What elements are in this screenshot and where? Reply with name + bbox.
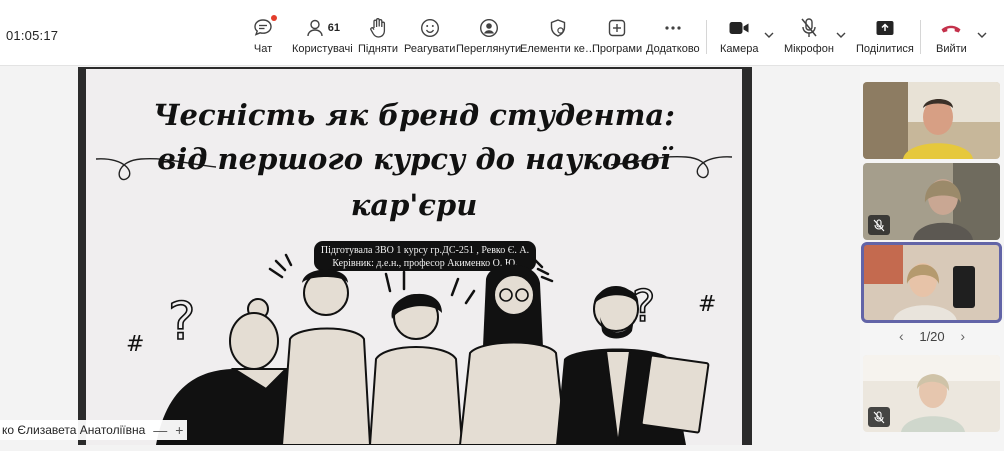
notification-dot (271, 15, 277, 21)
minus-icon[interactable]: — (153, 422, 167, 438)
muted-microphone-icon (868, 215, 890, 235)
slide-frame: Чесність як бренд студента: від першого … (78, 67, 752, 445)
people-illustration: ? ? # # (126, 253, 716, 445)
react-label: Реагувати (404, 43, 456, 55)
presentation-slide: Чесність як бренд студента: від першого … (86, 69, 742, 445)
page-indicator: 1/20 (919, 328, 945, 344)
camera-options-chevron-icon[interactable] (763, 28, 775, 46)
shield-settings-icon (548, 16, 568, 40)
plus-icon[interactable]: + (175, 422, 183, 438)
microphone-options-chevron-icon[interactable] (835, 28, 847, 46)
chevron-right-icon[interactable]: › (953, 328, 973, 344)
add-app-icon (607, 16, 627, 40)
more-dots-icon (663, 16, 683, 40)
raise-hand-button[interactable]: Підняти (358, 16, 398, 60)
leave-label: Вийти (936, 43, 967, 55)
gallery-pager: ‹ 1/20 › (860, 325, 1004, 347)
chat-label: Чат (253, 43, 273, 55)
chat-button[interactable]: Чат (252, 15, 277, 60)
participant-video-tile-active[interactable] (861, 242, 1002, 323)
meeting-timer: 01:05:17 (6, 28, 59, 43)
microphone-off-icon (799, 16, 819, 40)
meeting-elements-button[interactable]: Елементи ке… (520, 16, 596, 60)
camera-label: Камера (720, 43, 759, 55)
view-button[interactable]: Переглянути (456, 16, 521, 60)
presenter-name: ко Єлизавета Анатоліївна (2, 423, 146, 437)
chat-icon (252, 15, 277, 40)
toolbar-divider (920, 20, 921, 54)
svg-text:#: # (126, 332, 144, 357)
people-icon (307, 19, 323, 37)
apps-label: Програми (592, 43, 643, 55)
participant-video (863, 82, 1000, 159)
presenter-name-tag: ко Єлизавета Анатоліївна — + (0, 420, 188, 440)
more-button[interactable]: Додатково (646, 16, 700, 60)
chevron-left-icon[interactable]: ‹ (891, 328, 911, 344)
microphone-button[interactable]: Мікрофон (784, 16, 834, 60)
share-button[interactable]: Поділитися (856, 16, 914, 60)
participant-video (863, 244, 1000, 321)
participants-count: 61 (327, 22, 340, 34)
hang-up-icon (939, 16, 963, 40)
participants-label: Користувачі (292, 43, 353, 55)
svg-text:?: ? (168, 292, 196, 352)
toolbar-divider (706, 20, 707, 54)
share-screen-icon (875, 16, 895, 40)
participants-button[interactable]: 61 Користувачі (292, 16, 353, 60)
microphone-label: Мікрофон (784, 43, 834, 55)
apps-button[interactable]: Програми (592, 16, 642, 60)
emoji-icon (420, 16, 440, 40)
view-icon (479, 16, 499, 40)
raise-hand-label: Підняти (358, 43, 398, 55)
view-label: Переглянути (456, 43, 522, 55)
muted-microphone-icon (868, 407, 890, 427)
share-label: Поділитися (856, 43, 914, 55)
camera-button[interactable]: Камера (720, 16, 758, 60)
camera-icon (728, 16, 750, 40)
meeting-elements-label: Елементи ке… (520, 43, 596, 55)
participant-video-tile[interactable] (863, 82, 1000, 159)
shared-content-stage: Чесність як бренд студента: від першого … (0, 67, 858, 451)
participant-gallery: ‹ 1/20 › (860, 67, 1004, 451)
participant-video-tile[interactable] (863, 163, 1000, 240)
participant-video-tile[interactable] (863, 355, 1000, 432)
hand-icon (368, 16, 388, 40)
react-button[interactable]: Реагувати (404, 16, 455, 60)
more-label: Додатково (646, 43, 700, 55)
svg-text:#: # (698, 292, 716, 317)
meeting-toolbar: 01:05:17 Чат 61 Користувачі Підняти Реаг… (0, 0, 1004, 66)
leave-button[interactable]: Вийти (936, 16, 967, 60)
leave-options-chevron-icon[interactable] (976, 28, 988, 46)
